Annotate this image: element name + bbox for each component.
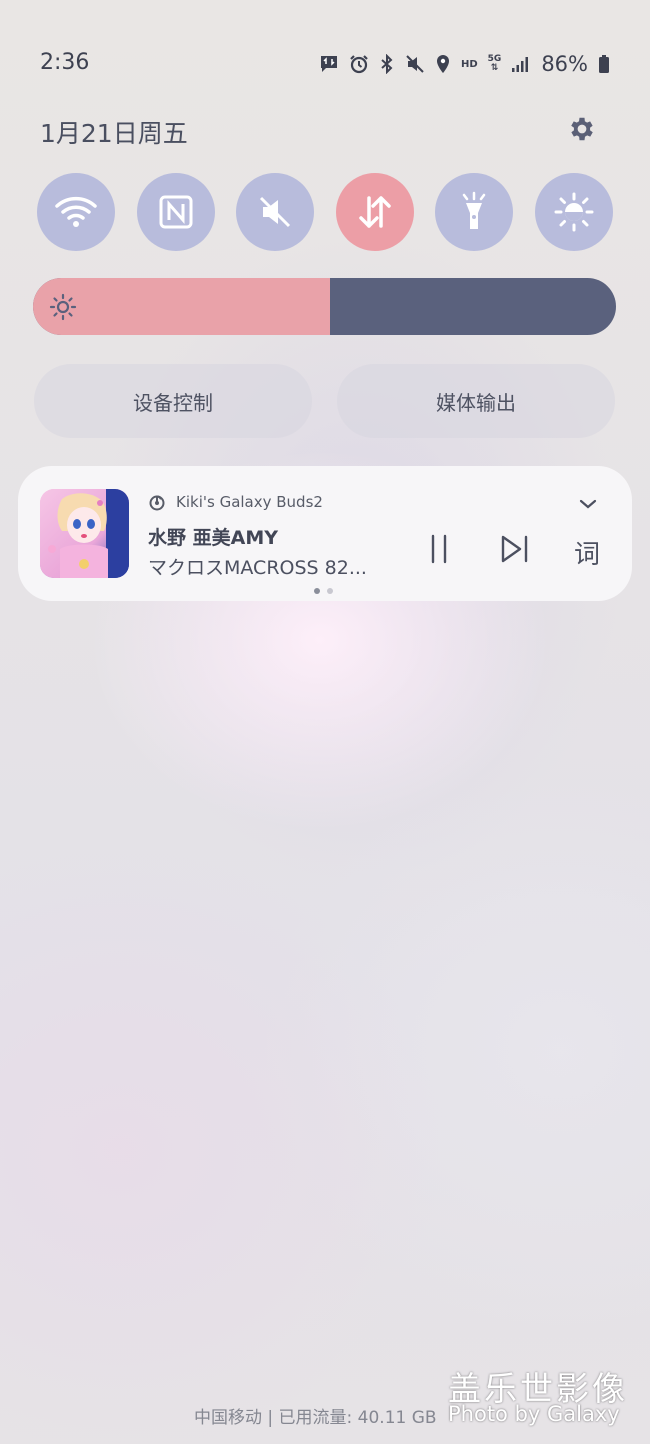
network-label: 5G — [487, 54, 502, 64]
alarm-icon — [349, 54, 369, 74]
lyrics-button[interactable]: 词 — [574, 534, 600, 571]
bluetooth-icon — [379, 54, 395, 74]
watermark-subtitle: Photo by Galaxy — [448, 1402, 620, 1426]
status-time: 2:36 — [40, 50, 90, 75]
eye-comfort-icon — [554, 192, 594, 232]
pause-icon — [431, 534, 447, 564]
settings-button[interactable] — [563, 110, 601, 148]
expand-button[interactable] — [576, 492, 600, 520]
mobile-data-tile[interactable] — [335, 173, 414, 251]
quick-settings-row — [37, 173, 613, 251]
hd-icon: HD — [460, 58, 478, 70]
next-track-button[interactable] — [497, 532, 531, 566]
sun-icon — [49, 293, 77, 321]
carrier-data-usage: 中国移动 | 已用流量: 40.11 GB — [194, 1408, 437, 1428]
sound-tile[interactable] — [236, 173, 315, 251]
date-label: 1月21日周五 — [40, 119, 188, 148]
song-subtitle: マクロスMACROSS 82... — [148, 557, 367, 579]
mute-icon — [405, 54, 425, 74]
skip-next-icon — [501, 535, 528, 563]
5g-icon: 5G ⇅ — [487, 54, 502, 73]
device-name: Kiki's Galaxy Buds2 — [176, 493, 323, 511]
pause-button[interactable] — [424, 532, 454, 566]
device-control-button[interactable]: 设备控制 — [34, 364, 312, 438]
battery-icon — [598, 54, 610, 74]
flashlight-icon — [463, 191, 486, 229]
gear-icon — [571, 117, 593, 141]
brightness-fill — [33, 278, 331, 335]
output-device: Kiki's Galaxy Buds2 — [148, 493, 323, 511]
wifi-tile[interactable] — [37, 173, 115, 251]
chevron-down-icon — [579, 499, 597, 509]
media-page-indicator — [314, 588, 333, 594]
status-icons: HD 5G ⇅ 86% — [319, 50, 610, 78]
nfc-tile[interactable] — [136, 173, 215, 251]
sound-off-icon — [260, 196, 291, 228]
song-title: 水野 亜美AMY — [148, 527, 278, 549]
battery-percent: 86% — [541, 52, 588, 76]
brightness-slider[interactable] — [33, 278, 616, 335]
eye-comfort-tile[interactable] — [534, 173, 613, 251]
nfc-icon — [159, 195, 193, 229]
signal-icon — [511, 55, 529, 73]
mobile-data-icon — [359, 196, 391, 228]
flashlight-tile[interactable] — [435, 173, 514, 251]
location-icon — [435, 54, 451, 74]
media-player-card[interactable]: Kiki's Galaxy Buds2 水野 亜美AMY マクロスMACROSS… — [18, 466, 632, 601]
media-output-button[interactable]: 媒体输出 — [337, 364, 615, 438]
album-art — [40, 489, 129, 578]
message-icon — [319, 54, 339, 74]
page-dot-active — [314, 588, 320, 594]
page-dot — [327, 588, 333, 594]
netease-music-icon — [149, 495, 165, 511]
wifi-icon — [55, 196, 97, 227]
